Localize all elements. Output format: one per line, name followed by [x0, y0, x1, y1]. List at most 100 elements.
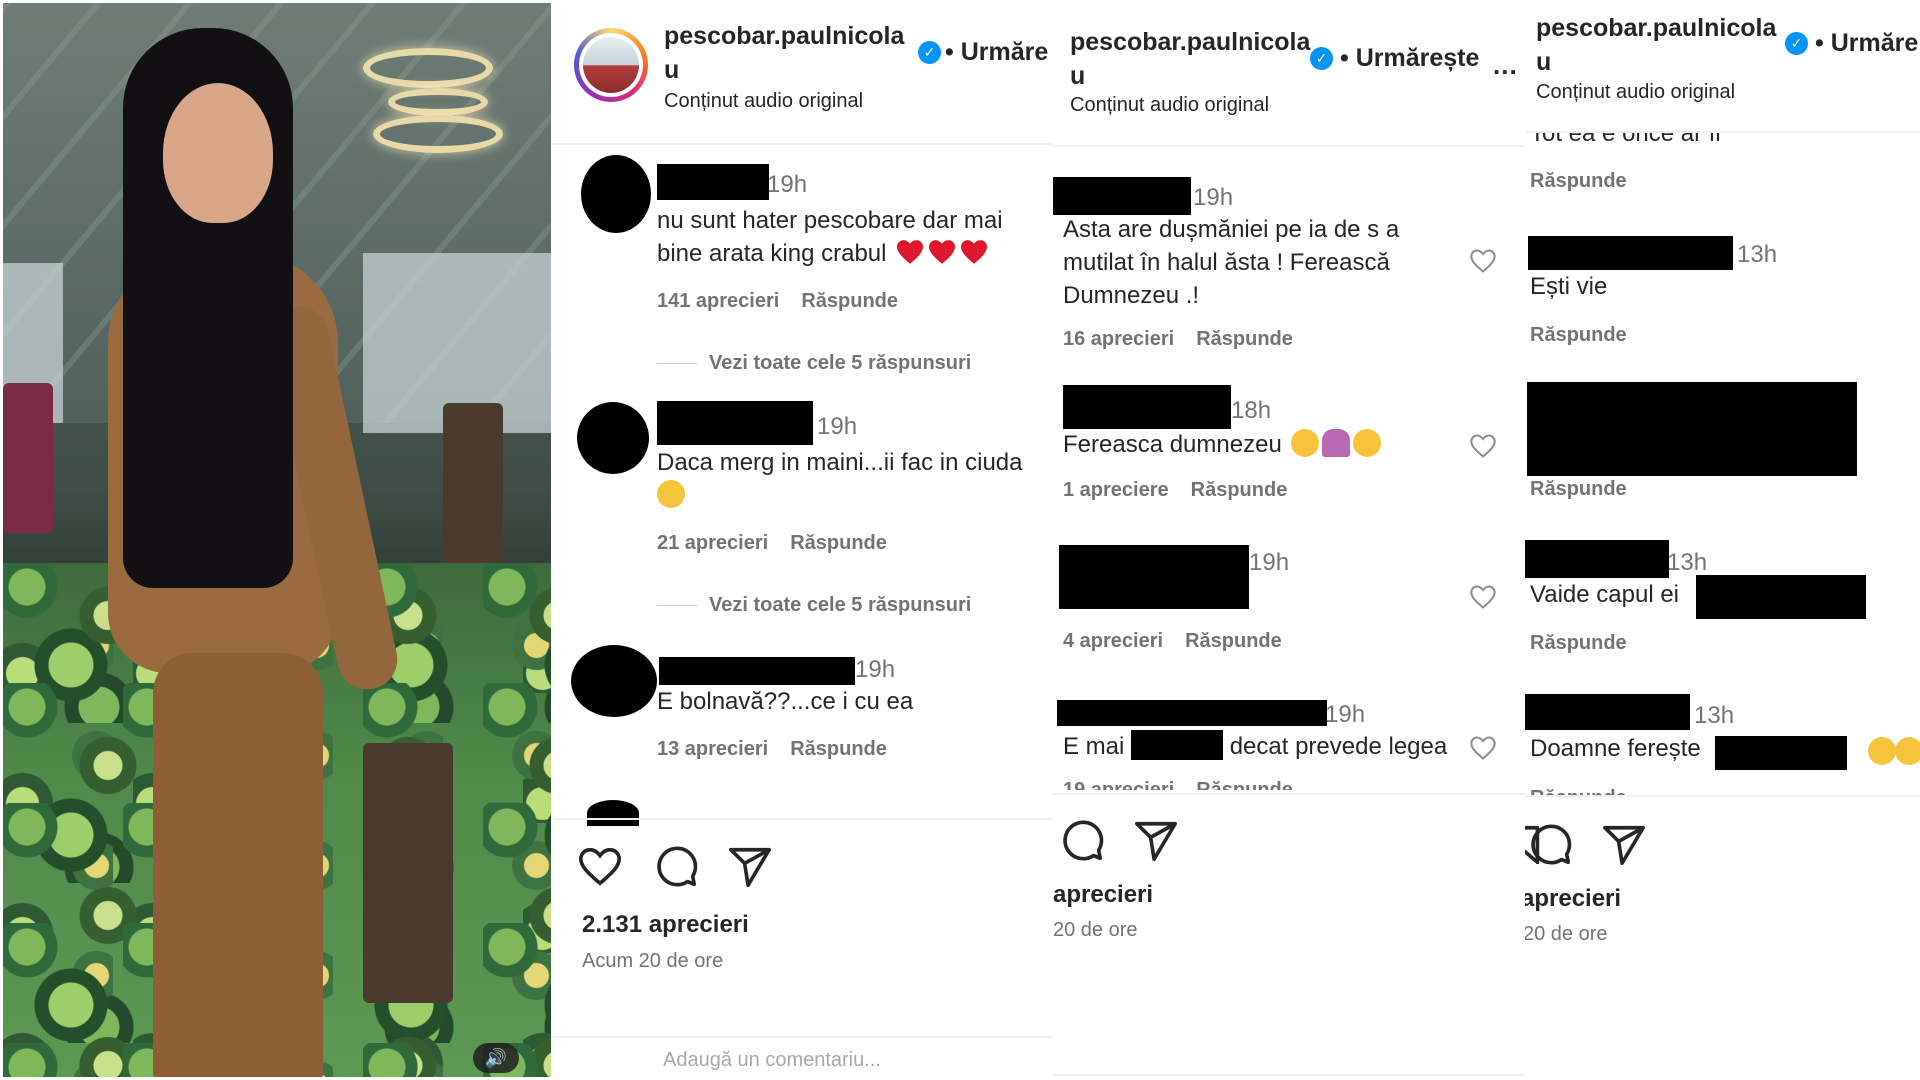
collage: 🔊 pescobar.paulnicola u ✓ • Urmăre Conți… [0, 0, 1920, 1080]
reply-button[interactable]: Răspunde [1530, 787, 1627, 795]
redacted-username [659, 657, 855, 685]
comment-text: Ești vie [1530, 273, 1608, 300]
reply-button[interactable]: Răspunde [790, 738, 887, 760]
audio-label[interactable]: Conținut audio original [664, 90, 863, 113]
like-comment-heart-icon[interactable] [1469, 248, 1497, 274]
comment-meta: 1 apreciere Răspunde [1063, 479, 1309, 502]
post-time: Acum 20 de ore [582, 950, 724, 972]
redacted-username [657, 164, 769, 200]
comment-icon[interactable] [1527, 822, 1573, 868]
avatar[interactable] [581, 155, 651, 233]
comment-text: Doamne ferește [1530, 735, 1701, 762]
comment-time: 13h [1667, 549, 1708, 576]
comments-panel-3: pescobar.paulnicola u ✓ • Urmăre Conținu… [1525, 0, 1920, 1080]
comments-panel-2: pescobar.paulnicola u ✓ • Urmărește ... … [1053, 0, 1525, 1080]
sad-face-emoji-icon [1353, 429, 1382, 457]
verified-badge-icon: ✓ [1310, 47, 1333, 70]
share-icon[interactable] [1133, 818, 1179, 864]
comment-text: Tot ea e orice ar fi [1530, 133, 1721, 145]
redacted-word [1696, 575, 1866, 619]
comment-meta: 21 aprecieri Răspunde [657, 532, 909, 555]
avatar[interactable] [574, 28, 648, 102]
redacted-comment [1059, 545, 1249, 609]
more-options-icon[interactable]: ... [1493, 50, 1518, 81]
red-heart-emoji-icon [897, 240, 924, 264]
redacted-username [1063, 385, 1231, 429]
share-icon[interactable] [1601, 822, 1647, 868]
add-comment-input[interactable]: Adaugă un comentariu... [663, 1049, 881, 1072]
username[interactable]: pescobar.paulnicola [1070, 27, 1310, 57]
like-comment-heart-icon[interactable] [1469, 735, 1497, 761]
audio-label[interactable]: Conținut audio original [1536, 81, 1735, 104]
follow-button[interactable]: • Urmăre [945, 38, 1048, 67]
ceiling-light [388, 88, 488, 116]
comment-time: 18h [1231, 397, 1272, 424]
username-wrap[interactable]: u [1070, 61, 1085, 91]
reply-button[interactable]: Răspunde [801, 290, 898, 312]
comment-meta: 13 aprecieri Răspunde [657, 738, 909, 761]
astonished-face-emoji-icon [1868, 737, 1896, 765]
comment-meta: 141 aprecieri Răspunde [657, 290, 920, 313]
comment-time: 19h [817, 413, 858, 440]
ceiling-light [363, 48, 493, 88]
verified-badge-icon: ✓ [1785, 32, 1808, 55]
verified-badge-icon: ✓ [918, 41, 941, 64]
share-icon[interactable] [727, 844, 773, 890]
comment-text: E mai decat prevede legea [1063, 730, 1463, 763]
reply-button[interactable]: Răspunde [790, 532, 887, 554]
divider [1053, 793, 1525, 795]
comment-text: Fereasca dumnezeu [1063, 428, 1408, 461]
username[interactable]: pescobar.paulnicola [664, 21, 904, 51]
view-replies-button[interactable]: Vezi toate cele 5 răspunsuri [657, 352, 971, 375]
divider [1053, 145, 1525, 147]
username-wrap[interactable]: u [664, 55, 679, 85]
view-replies-button[interactable]: Vezi toate cele 5 răspunsuri [657, 594, 971, 617]
divider [553, 818, 1053, 820]
redacted-username [657, 401, 813, 445]
comment-icon[interactable] [653, 844, 699, 890]
redacted-word [1715, 736, 1847, 770]
reply-button[interactable]: Răspunde [1530, 324, 1627, 347]
likes-count[interactable]: 16 aprecieri [1063, 328, 1174, 350]
comment-text: Vaide capul ei [1530, 581, 1679, 608]
person-facepalming-emoji-icon [1322, 429, 1351, 457]
reply-button[interactable]: Răspunde [1530, 632, 1627, 655]
likes-count[interactable]: 19 aprecieri [1063, 779, 1174, 790]
follow-button[interactable]: • Urmărește [1340, 44, 1479, 73]
avatar[interactable] [571, 645, 657, 717]
person-legs [153, 653, 323, 1077]
reply-button[interactable]: Răspunde [1185, 630, 1282, 652]
avatar[interactable] [587, 800, 639, 826]
reply-button[interactable]: Răspunde [1530, 478, 1627, 501]
comment-time: 13h [1694, 702, 1735, 729]
total-likes[interactable]: aprecieri [1053, 881, 1153, 909]
total-likes[interactable]: 2.131 aprecieri [582, 911, 749, 939]
comment-text: Asta are dușmăniei pe ia de s a mutilat … [1063, 216, 1400, 309]
follow-button[interactable]: • Urmăre [1815, 29, 1918, 58]
likes-count[interactable]: 141 aprecieri [657, 290, 779, 312]
like-comment-heart-icon[interactable] [1469, 584, 1497, 610]
post-time: 20 de ore [1053, 919, 1138, 941]
avatar[interactable] [577, 402, 649, 474]
likes-count[interactable]: 13 aprecieri [657, 738, 768, 760]
username[interactable]: pescobar.paulnicola [1536, 13, 1776, 43]
comment-time: 19h [767, 171, 808, 198]
reply-button[interactable]: Răspunde [1196, 779, 1293, 790]
total-likes[interactable]: aprecieri [1525, 885, 1621, 913]
likes-count[interactable]: 21 aprecieri [657, 532, 768, 554]
redacted-username [1525, 694, 1690, 730]
reply-button[interactable]: Răspunde [1530, 170, 1627, 193]
comment-icon[interactable] [1059, 818, 1105, 864]
audio-label[interactable]: Conținut audio original [1070, 94, 1269, 117]
username-wrap[interactable]: u [1536, 47, 1551, 77]
reply-button[interactable]: Răspunde [1196, 328, 1293, 350]
chair [443, 403, 503, 563]
redacted-username [1057, 700, 1327, 726]
person-face [163, 83, 273, 223]
speaker-icon[interactable]: 🔊 [473, 1043, 519, 1073]
likes-count[interactable]: 4 aprecieri [1063, 630, 1163, 652]
like-heart-icon[interactable] [577, 844, 623, 890]
like-comment-heart-icon[interactable] [1469, 433, 1497, 459]
reply-button[interactable]: Răspunde [1191, 479, 1288, 501]
likes-count[interactable]: 1 apreciere [1063, 479, 1169, 501]
